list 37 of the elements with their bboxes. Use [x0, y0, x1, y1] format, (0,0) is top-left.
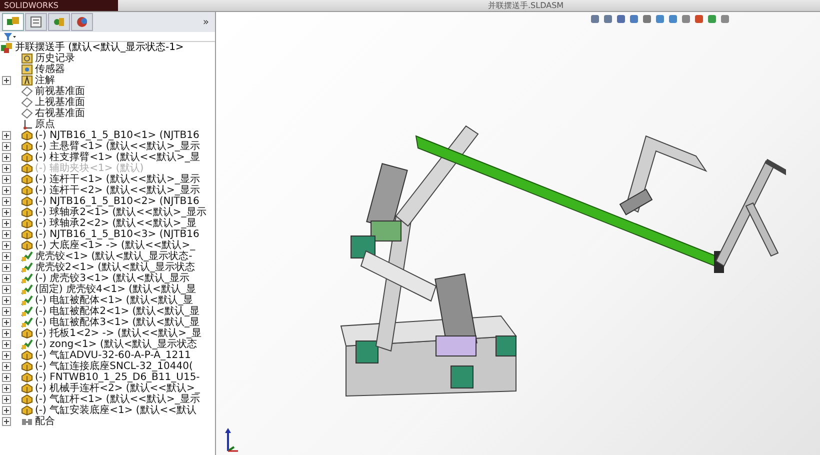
- tree-item[interactable]: (-) NJTB16_1_5_B10<2> (NJTB16: [35, 196, 200, 207]
- tree-item[interactable]: 右视基准面: [35, 108, 85, 119]
- tree-item[interactable]: (-) NJTB16_1_5_B10<3> (NJTB16: [35, 229, 200, 240]
- tree-item[interactable]: (-) 电缸被配体<1> (默认<默认_显: [35, 295, 194, 306]
- tree-item[interactable]: (-) 气缸安装底座<1> (默认<<默认: [35, 405, 197, 416]
- tree-item[interactable]: (固定) 虎壳铰4<1> (默认<默认_显: [35, 284, 196, 295]
- tree-item[interactable]: (-) NJTB16_1_5_B10<1> (NJTB16: [35, 130, 200, 141]
- tree-item[interactable]: 上视基准面: [35, 97, 85, 108]
- tree-item[interactable]: (-) 连杆干<1> (默认<<默认>_显示: [35, 174, 200, 185]
- collapse-panel-button[interactable]: »: [202, 14, 213, 30]
- tree-item[interactable]: (-) 球轴承2<1> (默认<<默认>_显示: [35, 207, 206, 218]
- tree-item[interactable]: 配合: [35, 416, 55, 427]
- tree-item[interactable]: (-) 柱支撑臂<1> (默认<<默认>_显: [35, 152, 200, 163]
- tree-item[interactable]: (-) 托板1<2> -> (默认<<默认>_显: [35, 328, 202, 339]
- window-title: 并联摆送手.SLDASM: [488, 2, 564, 10]
- tree-item[interactable]: (-) 气缸连接底座SNCL-32_10440(: [35, 361, 193, 372]
- tree-item[interactable]: (-) 气缸ADVU-32-60-A-P-A_1211: [35, 350, 191, 361]
- tree-item[interactable]: (-) zong<1> (默认<默认_显示状态: [35, 339, 198, 350]
- tree-item[interactable]: (-) 电缸被配体3<1> (默认<默认_显: [35, 317, 200, 328]
- tree-item[interactable]: 并联摆送手 (默认<默认_显示状态-1>: [15, 42, 184, 53]
- tree-item[interactable]: (-) 球轴承2<2> (默认<<默认>_显: [35, 218, 196, 229]
- logo: SOLIDWORKS: [0, 0, 118, 11]
- tree-item[interactable]: (-) 主悬臂<1> (默认<<默认>_显示: [35, 141, 200, 152]
- tree-item[interactable]: 原点: [35, 119, 55, 130]
- tree-item[interactable]: 虎壳铰<1> (默认<默认_显示状态-: [35, 251, 192, 262]
- tree-item[interactable]: 虎壳铰2<1> (默认<默认_显示状态: [35, 262, 195, 273]
- tree-item[interactable]: 历史记录: [35, 53, 75, 64]
- tree-item[interactable]: (-) 虎壳铰3<1> (默认<默认_显示: [35, 273, 190, 284]
- tree-item[interactable]: (-) 气缸杆<1> (默认<<默认>_显示: [35, 394, 200, 405]
- tree-item[interactable]: (-) 机械手连杆<2> (默认<<默认>_: [35, 383, 200, 394]
- tree-item[interactable]: (-) 大底座<1> -> (默认<<默认>_: [35, 240, 196, 251]
- tree-item[interactable]: (-) FNTWB10_1_25_D6_B11_U15-: [35, 372, 200, 383]
- tree-item[interactable]: 传感器: [35, 64, 65, 75]
- tree-item[interactable]: 前视基准面: [35, 86, 85, 97]
- tree-item[interactable]: 注解: [35, 75, 55, 86]
- tree-item[interactable]: (-) 电缸被配体2<1> (默认<默认_显: [35, 306, 200, 317]
- tree-item[interactable]: (-) 连杆干<2> (默认<<默认>_显示: [35, 185, 200, 196]
